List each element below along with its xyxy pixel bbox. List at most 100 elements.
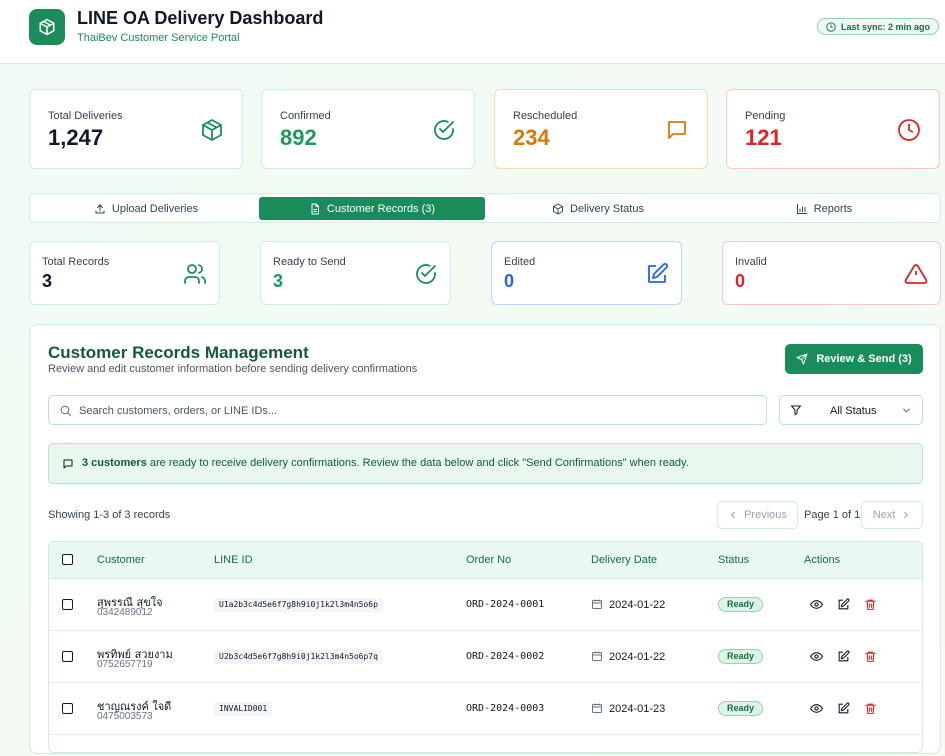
box-icon xyxy=(202,119,222,141)
record-card-invalid: Invalid 0 xyxy=(722,241,941,305)
delivery-date: 2024-01-22 xyxy=(609,599,666,611)
notice-text: 3 customers are ready to receive deliver… xyxy=(82,457,689,469)
delivery-date: 2024-01-23 xyxy=(609,703,666,715)
tab-customer-records[interactable]: Customer Records (3) xyxy=(259,197,485,220)
next-page-button[interactable]: Next xyxy=(861,501,923,529)
trash-icon[interactable] xyxy=(864,598,877,611)
order-number: ORD-2024-0001 xyxy=(466,599,545,610)
stat-value: 892 xyxy=(280,125,317,150)
order-number: ORD-2024-0003 xyxy=(466,703,545,714)
document-icon xyxy=(311,203,319,214)
delivery-date: 2024-01-22 xyxy=(609,651,666,663)
column-header-delivery-date: Delivery Date xyxy=(591,554,658,566)
view-icon[interactable] xyxy=(810,702,823,715)
line-id: U1a2b3c4d5e6f7g8h9i0j1k2l3m4n5o6p xyxy=(214,598,383,612)
view-icon[interactable] xyxy=(810,598,823,611)
record-value: 3 xyxy=(42,271,53,291)
main-tabs: Upload Deliveries Customer Records (3) D… xyxy=(29,193,941,223)
table-row: ชาญณรงค์ ใจดี 0475003573 INVALID001 ORD-… xyxy=(49,683,922,735)
users-icon xyxy=(184,264,206,284)
line-id: INVALID001 xyxy=(214,702,273,716)
chevron-down-icon xyxy=(903,408,910,413)
status-badge: Ready xyxy=(718,701,764,716)
check-circle-icon xyxy=(434,120,454,140)
row-checkbox[interactable] xyxy=(62,599,73,610)
row-checkbox[interactable] xyxy=(62,703,73,714)
panel-subtitle: Review and edit customer information bef… xyxy=(48,363,418,375)
previous-label: Previous xyxy=(744,509,787,521)
next-label: Next xyxy=(872,509,896,521)
panel-title: Customer Records Management xyxy=(48,343,309,362)
column-header-customer: Customer xyxy=(97,554,145,566)
review-send-button[interactable]: Review & Send (3) xyxy=(785,344,923,374)
filter-value: All Status xyxy=(830,405,877,417)
stat-card-total-deliveries: Total Deliveries 1,247 xyxy=(29,89,243,169)
trash-icon[interactable] xyxy=(864,650,877,663)
warning-icon xyxy=(904,264,928,284)
tab-label: Delivery Status xyxy=(570,202,644,215)
send-button-label: Review & Send (3) xyxy=(816,353,912,365)
row-checkbox[interactable] xyxy=(62,651,73,662)
table-row: สุพรรณี สุขใจ 0342489012 U1a2b3c4d5e6f7g… xyxy=(49,579,922,631)
app-header: LINE OA Delivery Dashboard ThaiBev Custo… xyxy=(0,0,945,64)
stat-label: Pending xyxy=(745,110,786,122)
send-icon xyxy=(796,353,808,365)
stat-value: 234 xyxy=(513,125,550,150)
previous-page-button[interactable]: Previous xyxy=(717,501,798,529)
record-card-edited: Edited 0 xyxy=(491,241,682,305)
column-header-line-id: LINE ID xyxy=(214,554,253,566)
trash-icon[interactable] xyxy=(864,702,877,715)
stat-value: 121 xyxy=(745,125,782,150)
records-count-text: Showing 1-3 of 3 records xyxy=(48,509,171,521)
column-header-actions: Actions xyxy=(804,554,841,566)
record-value: 0 xyxy=(504,271,515,291)
message-icon xyxy=(63,459,73,469)
sync-text: Last sync: 2 min ago xyxy=(840,21,930,32)
customer-phone: 0752657719 xyxy=(97,659,153,670)
select-all-checkbox[interactable] xyxy=(62,554,73,565)
status-badge: Ready xyxy=(718,597,764,612)
calendar-icon xyxy=(592,599,602,609)
calendar-icon xyxy=(592,703,602,713)
record-card-total: Total Records 3 xyxy=(29,241,220,305)
tab-reports[interactable]: Reports xyxy=(711,197,937,220)
notice-count: 3 customers xyxy=(82,457,147,469)
upload-icon xyxy=(95,203,105,213)
box-icon xyxy=(39,18,55,36)
status-badge: Ready xyxy=(718,649,764,664)
stat-card-rescheduled: Rescheduled 234 xyxy=(494,89,708,169)
app-title: LINE OA Delivery Dashboard xyxy=(77,8,324,28)
calendar-icon xyxy=(592,651,602,661)
tab-label: Customer Records (3) xyxy=(326,202,436,215)
tab-delivery-status[interactable]: Delivery Status xyxy=(485,197,711,220)
search-icon xyxy=(60,405,71,416)
view-icon[interactable] xyxy=(810,650,823,663)
app-logo xyxy=(29,9,65,45)
page-info: Page 1 of 1 xyxy=(804,509,861,521)
bar-chart-icon xyxy=(796,203,807,214)
clock-icon xyxy=(898,119,920,141)
customer-phone: 0342489012 xyxy=(97,607,153,618)
search-box xyxy=(48,395,767,425)
stat-label: Confirmed xyxy=(280,110,331,122)
stat-card-pending: Pending 121 xyxy=(726,89,940,169)
edit-icon[interactable] xyxy=(837,650,850,663)
order-number: ORD-2024-0002 xyxy=(466,651,545,662)
table-row: พรทิพย์ สวยงาม 0752657719 U2b3c4d5e6f7g8… xyxy=(49,631,922,683)
edit-icon[interactable] xyxy=(837,598,850,611)
record-value: 3 xyxy=(273,271,284,291)
check-circle-icon xyxy=(416,264,436,284)
search-input[interactable] xyxy=(79,402,749,420)
record-label: Ready to Send xyxy=(273,256,346,268)
status-filter-select[interactable]: All Status xyxy=(779,395,923,425)
edit-icon[interactable] xyxy=(837,702,850,715)
record-value: 0 xyxy=(735,271,746,291)
customer-records-table: Customer LINE ID Order No Delivery Date … xyxy=(48,541,923,753)
record-label: Edited xyxy=(504,256,536,268)
sync-status-badge: Last sync: 2 min ago xyxy=(816,18,939,35)
clock-icon xyxy=(826,21,836,32)
tab-upload-deliveries[interactable]: Upload Deliveries xyxy=(33,197,259,220)
app-subtitle: ThaiBev Customer Service Portal xyxy=(77,32,240,44)
column-header-order-no: Order No xyxy=(466,554,512,566)
line-id: U2b3c4d5e6f7g8h9i0j1k2l3m4n5o6p7q xyxy=(214,650,383,664)
